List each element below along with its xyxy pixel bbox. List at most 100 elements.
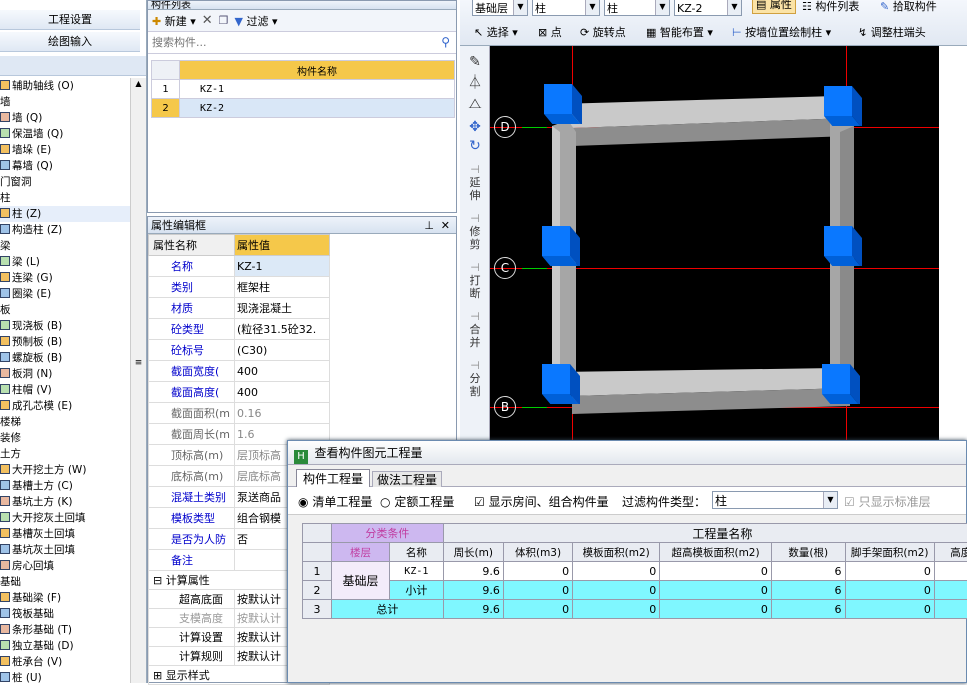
search-input[interactable] xyxy=(148,32,428,52)
rotate-tool-icon[interactable]: ↻ xyxy=(460,140,490,153)
tree-item[interactable]: 圈梁 (E) xyxy=(0,286,130,302)
nav-drawing-input[interactable]: 绘图输入 xyxy=(0,32,140,52)
table-row[interactable]: 2KZ-2 xyxy=(152,99,455,118)
tree-item[interactable]: 保温墙 (Q) xyxy=(0,126,130,142)
table-row[interactable]: 3总计9.6000600 xyxy=(303,600,967,619)
tree-item[interactable]: 预制板 (B) xyxy=(0,334,130,350)
tree-item[interactable]: 现浇板 (B) xyxy=(0,318,130,334)
tree-item[interactable]: 板洞 (N) xyxy=(0,366,130,382)
tree-item[interactable]: 筏板基础 xyxy=(0,606,130,622)
tree-item[interactable]: 房心回填 xyxy=(0,558,130,574)
tree-item[interactable]: 基槽土方 (C) xyxy=(0,478,130,494)
property-button[interactable]: ▤ 属性 xyxy=(752,0,796,14)
radio-list-qty[interactable]: ◉ 清单工程量 xyxy=(298,493,372,510)
tree-item[interactable]: 柱 (Z) xyxy=(0,206,130,222)
filter-button[interactable]: ▼ 过滤 ▾ xyxy=(235,13,278,29)
column-header[interactable]: 模板面积(m2) xyxy=(573,543,660,562)
tree-item[interactable]: 桩承台 (V) xyxy=(0,654,130,670)
property-row[interactable]: 截面宽度(400 xyxy=(149,361,330,382)
delete-icon[interactable]: ✕ xyxy=(202,13,213,28)
tree-item[interactable]: 基础 xyxy=(0,574,130,590)
type-select-box[interactable]: 柱▼ xyxy=(532,0,600,16)
component-select-box[interactable]: KZ-2▼ xyxy=(674,0,742,16)
scroll-grip-icon[interactable]: ≡ xyxy=(133,358,144,378)
tree-item[interactable]: 条形基础 (T) xyxy=(0,622,130,638)
floor-select-box[interactable]: 基础层▼ xyxy=(472,0,528,16)
property-row[interactable]: 材质现浇混凝土 xyxy=(149,298,330,319)
tree-item[interactable]: 梁 xyxy=(0,238,130,254)
tree-item[interactable]: 墙垛 (E) xyxy=(0,142,130,158)
point-button[interactable]: ⊠ 点 xyxy=(538,23,562,43)
radio-quota-qty[interactable]: ○ 定额工程量 xyxy=(380,493,454,510)
tree-item[interactable]: 螺旋板 (B) xyxy=(0,350,130,366)
tree-item[interactable]: 板 xyxy=(0,302,130,318)
property-row[interactable]: 名称KZ-1 xyxy=(149,256,330,277)
table-row[interactable]: 1基础层KZ-19.6000600 xyxy=(303,562,967,581)
search-icon[interactable]: ⚲ xyxy=(441,35,450,49)
tree-item[interactable]: 独立基础 (D) xyxy=(0,638,130,654)
subtype-select[interactable]: 柱▼ xyxy=(604,0,670,17)
column-block[interactable] xyxy=(822,364,862,404)
component-select[interactable]: KZ-2▼ xyxy=(674,0,742,17)
tree-item[interactable]: 幕墙 (Q) xyxy=(0,158,130,174)
property-row[interactable]: 截面高度(400 xyxy=(149,382,330,403)
tab-component-qty[interactable]: 构件工程量 xyxy=(296,469,370,488)
tree-item[interactable]: 基础梁 (F) xyxy=(0,590,130,606)
move-icon[interactable]: ✥ xyxy=(460,121,490,134)
tree-item[interactable]: 墙 xyxy=(0,94,130,110)
tree-item[interactable]: 梁 (L) xyxy=(0,254,130,270)
tree-item[interactable]: 土方 xyxy=(0,446,130,462)
property-row[interactable]: 砼标号(C30) xyxy=(149,340,330,361)
column-block[interactable] xyxy=(824,86,864,126)
column-header[interactable]: 脚手架面积(m2) xyxy=(845,543,934,562)
side-tool-1[interactable]: ⊣修剪 xyxy=(460,212,490,251)
checkbox-rooms[interactable]: ☑ 显示房间、组合构件量 xyxy=(474,493,609,510)
property-row[interactable]: 截面面积(m0.16 xyxy=(149,403,330,424)
column-header[interactable]: 高度(m xyxy=(934,543,967,562)
table-row[interactable]: 2小计9.6000600 xyxy=(303,581,967,600)
tree-item[interactable]: 柱 xyxy=(0,190,130,206)
side-tool-4[interactable]: ⊣分割 xyxy=(460,359,490,398)
component-list-button[interactable]: ☷ 构件列表 xyxy=(802,0,859,17)
column-header[interactable]: 名称 xyxy=(390,543,444,562)
triangle-icon[interactable]: ⧍ xyxy=(460,98,490,111)
rotate-point-button[interactable]: ⟳ 旋转点 xyxy=(580,23,626,43)
wall-draw-button[interactable]: ⊢ 按墙位置绘制柱 ▾ xyxy=(732,23,831,43)
column-header[interactable]: 数量(根) xyxy=(771,543,845,562)
floor-select[interactable]: 基础层▼ xyxy=(472,0,528,17)
smart-layout-button[interactable]: ▦ 智能布置 ▾ xyxy=(646,23,713,43)
mirror-icon[interactable]: ⏃ xyxy=(460,77,490,90)
expand-icon[interactable]: ⊞ xyxy=(153,669,166,682)
tree-item[interactable]: 装修 xyxy=(0,430,130,446)
type-select[interactable]: 柱▼ xyxy=(532,0,600,17)
tree-item[interactable]: 门窗洞 xyxy=(0,174,130,190)
table-row[interactable]: 1KZ-1 xyxy=(152,80,455,99)
close-icon[interactable]: ✕ xyxy=(441,217,450,234)
property-row[interactable]: 砼类型(粒径31.5砼32. xyxy=(149,319,330,340)
filter-type-select[interactable]: 柱▼ xyxy=(712,491,838,509)
tree-item[interactable]: 楼梯 xyxy=(0,414,130,430)
adjust-column-button[interactable]: ↯ 调整柱端头 xyxy=(858,23,926,43)
tree-item[interactable]: 柱帽 (V) xyxy=(0,382,130,398)
column-header[interactable]: 体积(m3) xyxy=(503,543,572,562)
tree-item[interactable]: 桩 (U) xyxy=(0,670,130,683)
pen-icon[interactable]: ✎ xyxy=(460,56,490,69)
tree-item[interactable]: 连梁 (G) xyxy=(0,270,130,286)
tree-item[interactable]: 基槽灰土回填 xyxy=(0,526,130,542)
column-block[interactable] xyxy=(824,226,864,266)
tree-item[interactable]: 基坑灰土回填 xyxy=(0,542,130,558)
side-tool-2[interactable]: ⊣打断 xyxy=(460,261,490,300)
new-button[interactable]: ✚ 新建 ▾ xyxy=(152,13,196,29)
tree-item[interactable]: 辅助轴线 (O) xyxy=(0,78,130,94)
subtype-select-box[interactable]: 柱▼ xyxy=(604,0,670,16)
nav-project-settings[interactable]: 工程设置 xyxy=(0,10,140,30)
property-row[interactable]: 类别框架柱 xyxy=(149,277,330,298)
tree-item[interactable]: 大开挖土方 (W) xyxy=(0,462,130,478)
column-block[interactable] xyxy=(542,364,582,404)
column-block[interactable] xyxy=(542,226,582,266)
side-tool-3[interactable]: ⊣合并 xyxy=(460,310,490,349)
select-button[interactable]: ↖ 选择 ▾ xyxy=(474,23,518,43)
copy-icon[interactable]: ❐ xyxy=(219,14,229,27)
pin-icon[interactable]: ⊥ xyxy=(424,217,434,234)
column-header[interactable]: 楼层 xyxy=(332,543,390,562)
